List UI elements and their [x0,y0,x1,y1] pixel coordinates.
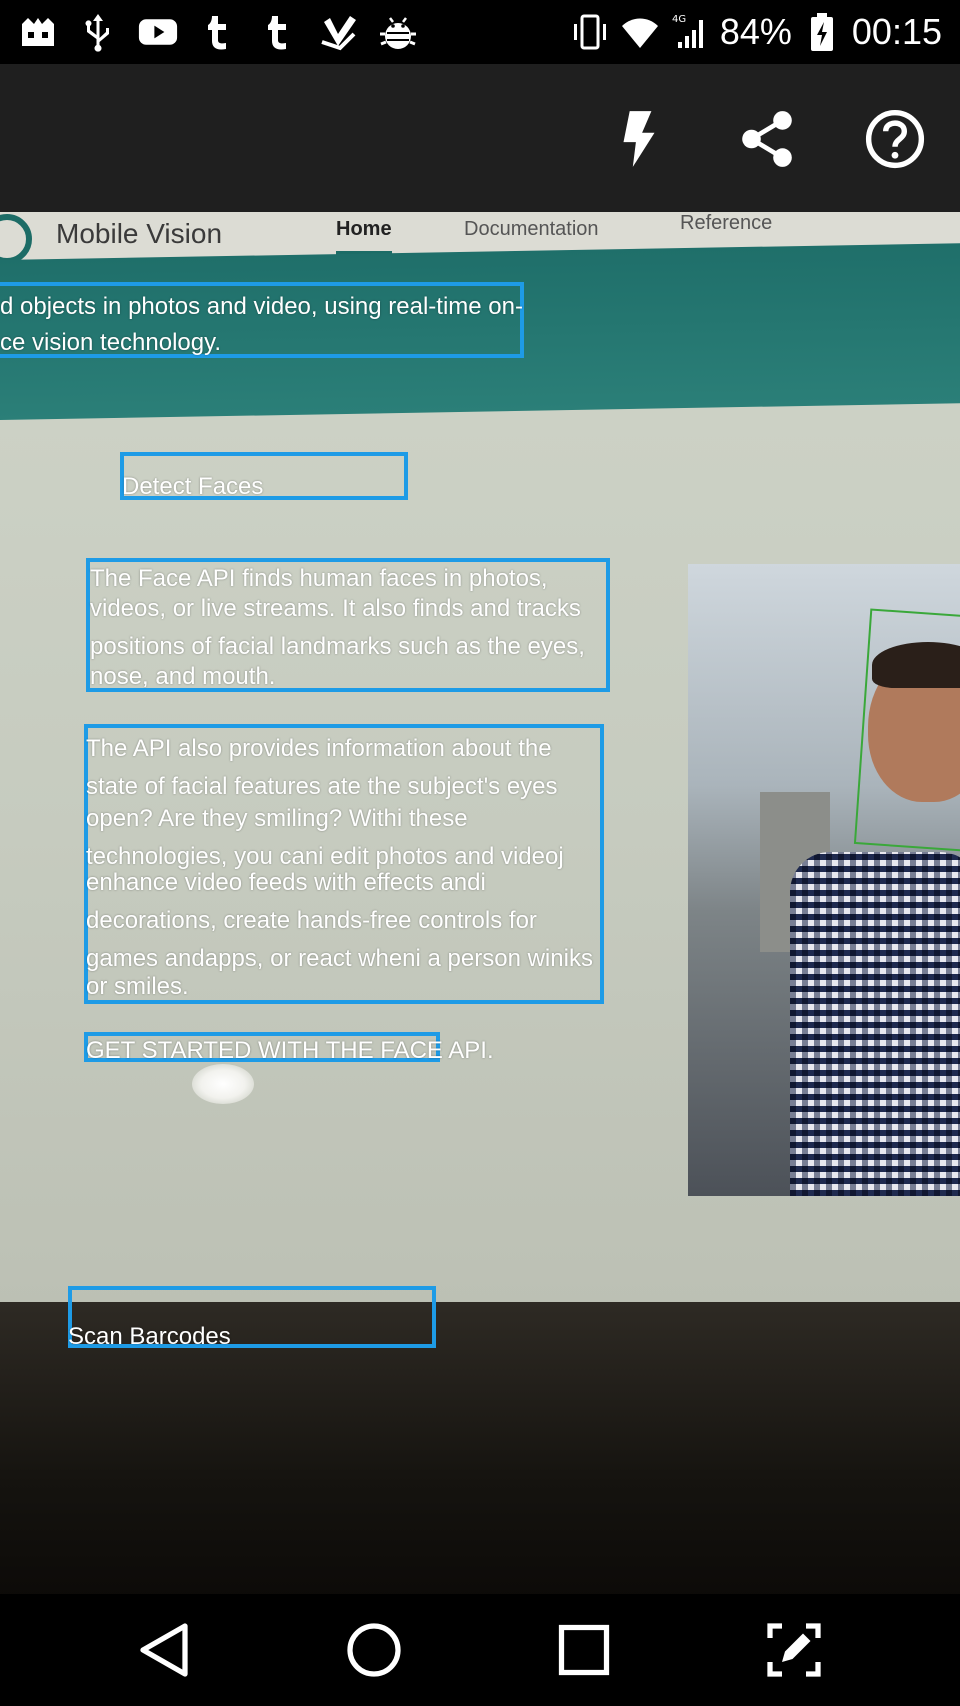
ocr-line: state of facial features ate the subject… [86,773,558,800]
battery-percent: 84% [719,11,792,52]
flash-button[interactable] [604,104,674,174]
ocr-line: d objects in photos and video, using rea… [0,293,523,320]
ocr-line: open? Are they smiling? Withi these [86,805,468,832]
system-status: 4G 84% 00:15 [570,10,942,54]
ocr-line: games andapps, or react wheni a person w… [86,945,593,972]
action-toolbar [0,64,960,212]
scene-face-detection-box [853,608,960,852]
recents-icon [558,1624,610,1676]
signal-icon: 4G [672,14,703,48]
ocr-line: Detect Faces [122,473,264,500]
notification-icons [18,10,418,54]
scene-tab-documentation: Documentation [464,218,599,240]
home-icon [347,1623,401,1677]
home-button[interactable] [342,1618,406,1682]
battery-charging-icon [810,13,833,51]
android-debug-icon [378,12,418,52]
checklist-icon [318,12,358,52]
ocr-line: The Face API finds human faces in photos… [90,565,548,592]
game-controller-icon [18,12,58,52]
ocr-line: Scan Barcodes [68,1323,231,1350]
ocr-text-block-text: The API also provides information about … [86,734,593,1002]
scene-light-glare [192,1064,254,1104]
ocr-line: ce vision technology. [0,329,222,356]
ocr-line: or smiles. [86,973,189,1000]
scene-tab-home: Home [336,218,392,255]
share-icon [742,111,792,167]
svg-text:4G: 4G [672,14,686,25]
help-button[interactable] [860,104,930,174]
ocr-line: The API also provides information about … [86,735,552,762]
screenshot-edit-button[interactable] [762,1618,826,1682]
usb-icon [78,12,118,52]
scene-tab-reference: Reference [680,212,773,234]
vibrate-icon [573,14,606,50]
ocr-line: GET STARTED WITH THE FACE API. [86,1037,494,1064]
status-bar: 4G 84% 00:15 [0,0,960,64]
screenshot-edit-icon [767,1623,821,1677]
back-button[interactable] [132,1618,196,1682]
wifi-icon [621,18,658,48]
camera-preview[interactable]: Mobile Vision Home Documentation Referen… [0,212,960,1594]
clock: 00:15 [851,11,942,52]
ocr-line: nose, and mouth. [90,663,276,690]
ocr-line: positions of facial landmarks such as th… [90,633,585,660]
help-icon [865,109,925,169]
recents-button[interactable] [552,1618,616,1682]
ocr-text-block-text: Detect Faces [122,472,263,502]
navigation-bar [0,1594,960,1706]
ocr-text-block-text: The Face API finds human faces in photos… [90,564,585,692]
scene-person-shirt [790,852,960,1196]
tumblr-icon [258,12,298,52]
mobile-vision-logo-icon [0,214,32,264]
share-button[interactable] [732,104,802,174]
scene-site-title: Mobile Vision [56,218,223,249]
ocr-line: decorations, create hands-free controls … [86,907,537,934]
ocr-line: technologies, you cani edit photos and v… [86,843,564,870]
ocr-text-block-text: Scan Barcodes [68,1322,231,1352]
tumblr-icon [198,12,238,52]
back-icon [140,1623,188,1677]
flash-icon [623,111,655,167]
ocr-line: enhance video feeds with effects andi [86,869,486,896]
ocr-text-block-text: d objects in photos and video, using rea… [0,292,523,358]
youtube-icon [138,12,178,52]
ocr-text-block-text: GET STARTED WITH THE FACE API. [86,1036,494,1066]
ocr-line: videos, or live streams. It also finds a… [90,595,581,622]
